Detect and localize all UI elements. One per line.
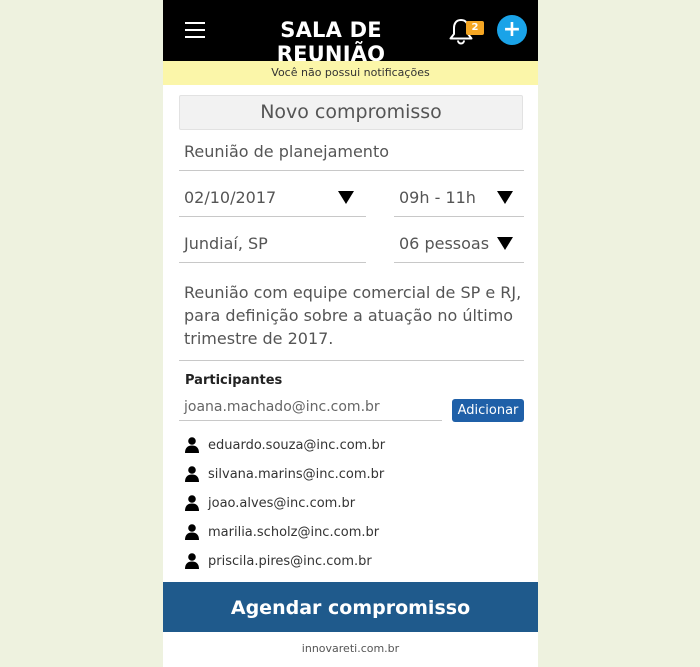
people-dropdown-icon [497,237,513,250]
form-title: Novo compromisso [179,95,523,130]
participant-email: marilia.scholz@inc.com.br [208,525,380,540]
time-dropdown-icon [497,191,513,204]
menu-icon[interactable] [185,22,205,38]
description-line: Reunião com equipe comercial de SP e RJ, [184,283,522,302]
description-line: trimestre de 2017. [184,329,334,348]
person-icon [185,553,199,569]
participant-email-value: joana.machado@inc.com.br [184,399,380,415]
time-select[interactable]: 09h - 11h [394,186,524,217]
person-icon [185,466,199,482]
date-dropdown-icon [338,191,354,204]
person-icon [185,524,199,540]
time-value: 09h - 11h [399,188,476,207]
participants-label: Participantes [185,373,283,388]
location-value: Jundiaí, SP [184,234,268,253]
notification-count-badge: 2 [466,21,484,35]
notification-banner: Você não possui notificações [163,61,538,85]
footer-link[interactable]: innovareti.com.br [163,642,538,655]
participant-email-input[interactable]: joana.machado@inc.com.br [179,396,442,421]
person-icon [185,495,199,511]
app-title: SALA DE REUNIÃO [276,18,386,66]
description-line: para definição sobre a atuação no último [184,306,514,325]
people-value: 06 pessoas [399,234,490,253]
meeting-name-field[interactable]: Reunião de planejamento [179,140,524,171]
person-icon [185,437,199,453]
participant-email: joao.alves@inc.com.br [208,496,356,511]
date-select[interactable]: 02/10/2017 [179,186,366,217]
add-button[interactable]: + [497,15,527,45]
participant-email: eduardo.souza@inc.com.br [208,438,386,453]
location-field[interactable]: Jundiaí, SP [179,232,366,263]
phone-screen: SALA DE REUNIÃO 2 + Você não possui noti… [163,0,538,667]
schedule-button[interactable]: Agendar compromisso [163,582,538,632]
meeting-name-value: Reunião de planejamento [184,142,390,161]
app-bar: SALA DE REUNIÃO 2 + [163,0,538,66]
people-select[interactable]: 06 pessoas [394,232,524,263]
participant-email: silvana.marins@inc.com.br [208,467,385,482]
participant-email: priscila.pires@inc.com.br [208,554,372,569]
date-value: 02/10/2017 [184,188,277,207]
description-field[interactable]: Reunião com equipe comercial de SP e RJ,… [179,280,524,361]
add-participant-button[interactable]: Adicionar [452,399,524,422]
